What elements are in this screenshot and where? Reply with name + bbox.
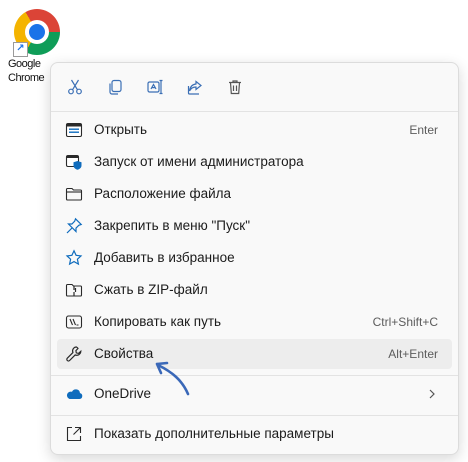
- menu-separator: [51, 415, 458, 416]
- rename-button[interactable]: [139, 71, 171, 103]
- menu-item-label: Открыть: [94, 122, 148, 137]
- annotation-arrow: [155, 361, 190, 396]
- menu-item-open[interactable]: Открыть Enter: [57, 115, 452, 145]
- wrench-icon: [66, 346, 82, 362]
- rename-icon: [147, 79, 163, 95]
- menu-separator: [51, 375, 458, 376]
- menu-item-show-more-options[interactable]: Показать дополнительные параметры: [57, 419, 452, 449]
- shortcut-text: Enter: [409, 123, 438, 137]
- context-menu: Открыть Enter Запуск от имени администра…: [50, 62, 459, 455]
- menu-item-label: OneDrive: [94, 386, 152, 401]
- menu-item-label: Расположение файла: [94, 186, 232, 201]
- menu-item-copy-as-path[interactable]: Копировать как путь Ctrl+Shift+C: [57, 307, 452, 337]
- menu-item-label: Запуск от имени администратора: [94, 154, 304, 169]
- share-icon: [187, 80, 202, 95]
- copy-path-icon: [65, 315, 83, 329]
- menu-item-run-as-admin[interactable]: Запуск от имени администратора: [57, 147, 452, 177]
- menu-item-properties[interactable]: Свойства Alt+Enter: [57, 339, 452, 369]
- trash-icon: [229, 80, 241, 95]
- menu-item-file-location[interactable]: Расположение файла: [57, 179, 452, 209]
- menu-item-label: Копировать как путь: [94, 314, 222, 329]
- menu-separator: [51, 111, 458, 112]
- share-button[interactable]: [179, 71, 211, 103]
- menu-item-label: Закрепить в меню "Пуск": [94, 218, 250, 233]
- delete-button[interactable]: [219, 71, 251, 103]
- shortcut-text: Alt+Enter: [388, 347, 438, 361]
- onedrive-cloud-icon: [66, 389, 83, 399]
- open-window-icon: [65, 122, 83, 138]
- menu-item-onedrive[interactable]: OneDrive: [57, 379, 452, 409]
- menu-item-label: Добавить в избранное: [94, 250, 235, 265]
- star-icon: [65, 249, 83, 266]
- menu-item-compress-zip[interactable]: Сжать в ZIP-файл: [57, 275, 452, 305]
- shortcut-text: Ctrl+Shift+C: [372, 315, 438, 329]
- context-menu-toolbar: [59, 71, 251, 103]
- chevron-right-icon: [429, 389, 435, 399]
- copy-icon: [109, 79, 122, 95]
- cut-button[interactable]: [59, 71, 91, 103]
- menu-item-label: Свойства: [94, 346, 154, 361]
- zip-folder-icon: [65, 283, 83, 297]
- menu-item-label: Сжать в ZIP-файл: [94, 282, 208, 297]
- menu-item-pin-to-start[interactable]: Закрепить в меню "Пуск": [57, 211, 452, 241]
- scissors-icon: [68, 79, 82, 95]
- more-options-icon: [66, 426, 82, 442]
- shortcut-arrow-icon: ↗: [13, 42, 28, 57]
- menu-item-label: Показать дополнительные параметры: [94, 426, 334, 441]
- pin-icon: [66, 217, 83, 234]
- admin-shield-icon: [65, 154, 82, 170]
- folder-icon: [65, 187, 83, 201]
- copy-button[interactable]: [99, 71, 131, 103]
- menu-item-add-to-favorites[interactable]: Добавить в избранное: [57, 243, 452, 273]
